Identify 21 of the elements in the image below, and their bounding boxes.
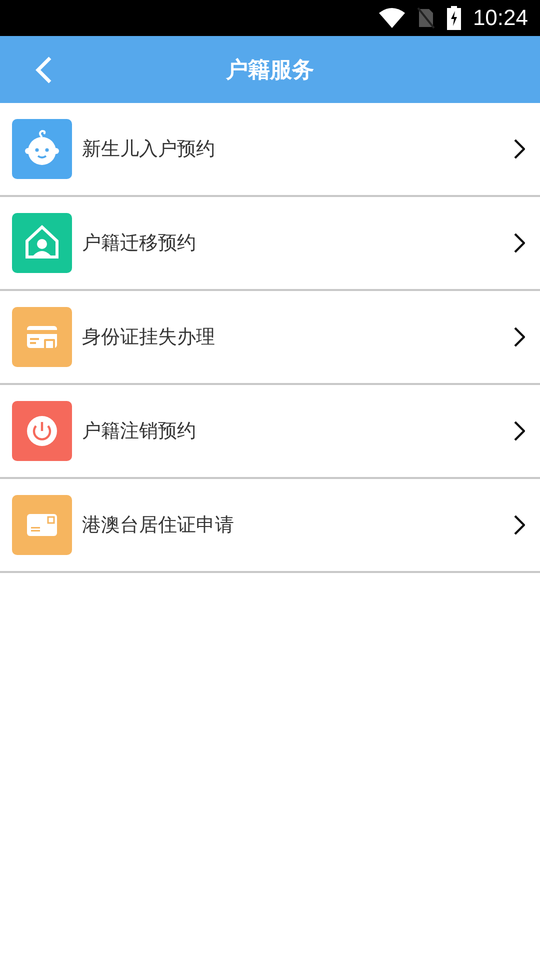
no-sim-icon [416, 7, 435, 29]
service-label: 户籍注销预约 [82, 419, 197, 444]
back-icon[interactable] [35, 56, 53, 84]
service-item[interactable]: 新生儿入户预约 [0, 103, 540, 197]
battery-charging-icon [446, 6, 461, 30]
clock-time: 10:24 [472, 5, 528, 31]
service-item[interactable]: 户籍迁移预约 [0, 197, 540, 291]
service-item[interactable]: 身份证挂失办理 [0, 291, 540, 385]
chevron-right-icon [513, 139, 525, 159]
chevron-right-icon [513, 515, 525, 535]
service-label: 户籍迁移预约 [82, 231, 197, 256]
service-label: 港澳台居住证申请 [82, 513, 235, 538]
chevron-right-icon [513, 327, 525, 347]
chevron-right-icon [513, 233, 525, 253]
service-item[interactable]: 港澳台居住证申请 [0, 479, 540, 573]
service-item[interactable]: 户籍注销预约 [0, 385, 540, 479]
chevron-right-icon [513, 421, 525, 441]
service-label: 身份证挂失办理 [82, 325, 216, 350]
page-title: 户籍服务 [226, 56, 314, 84]
service-label: 新生儿入户预约 [82, 137, 216, 162]
wifi-icon [378, 8, 405, 28]
